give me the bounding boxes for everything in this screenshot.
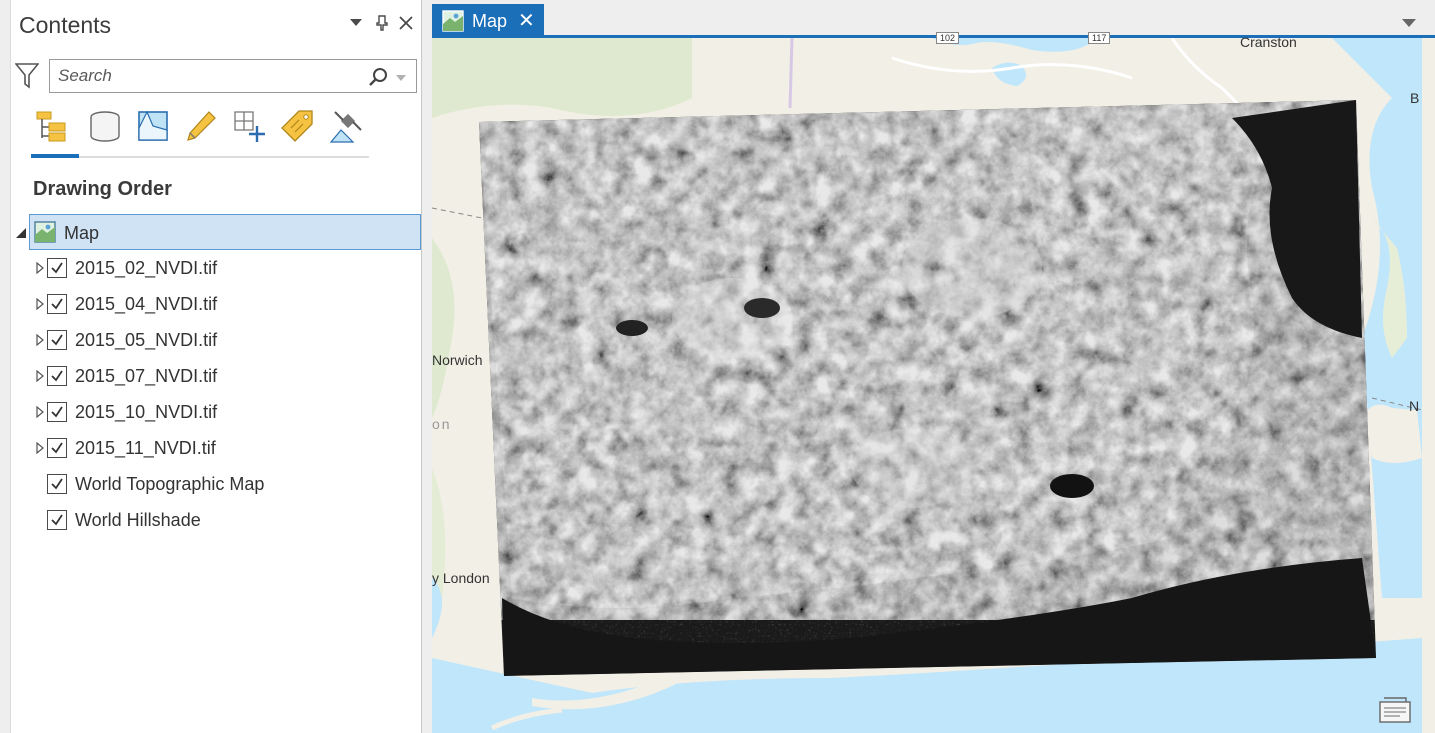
drawing-order-heading: Drawing Order [33,178,172,200]
ndvi-raster-layer [479,100,1376,676]
place-label-partial-ne: B [1410,90,1420,106]
place-label-cranston: Cranston [1240,34,1297,50]
route-shield: 102 [936,32,960,44]
basemap-gallery-icon[interactable] [1378,696,1412,724]
map-view: Map ✕ Cranston Norwich y London on N B 1… [432,0,1435,733]
search-dropdown-chevron-icon[interactable] [396,74,406,82]
layer-item[interactable]: 2015_07_NVDI.tif [11,358,423,394]
list-by-snapping-button[interactable] [229,106,269,146]
route-shield: 117 [1088,32,1111,44]
search-icon[interactable] [368,67,388,87]
layer-item[interactable]: 2015_10_NVDI.tif [11,394,423,430]
contents-header: Contents [11,4,423,44]
snapping-icon [234,111,265,142]
expand-arrow-icon[interactable] [35,370,45,382]
collapse-arrow-icon[interactable] [16,227,26,239]
expand-arrow-icon[interactable] [35,334,45,346]
list-by-labeling-button[interactable] [277,106,317,146]
list-by-perspective-imagery-button[interactable] [325,106,365,146]
view-tab-strip: Map ✕ [432,0,1435,38]
checkmark-icon [51,478,63,490]
expand-arrow-icon[interactable] [35,406,45,418]
layer-label: 2015_07_NVDI.tif [75,366,218,386]
boundary-line [788,38,794,109]
tree-item-map[interactable]: Map [16,214,421,250]
layer-item[interactable]: 2015_04_NVDI.tif [11,286,423,322]
layer-visibility-checkbox[interactable] [47,510,67,530]
contents-title: Contents [19,12,112,38]
label-tag-icon [281,110,313,142]
map-icon [442,10,464,32]
expand-arrow-icon[interactable] [35,262,45,274]
layer-item[interactable]: 2015_02_NVDI.tif [11,250,423,286]
close-tab-icon[interactable]: ✕ [518,8,535,33]
place-label-partial-east: N [1409,398,1420,414]
layer-item[interactable]: 2015_05_NVDI.tif [11,322,423,358]
tab-map-label: Map [472,11,508,31]
tree-item-label: Map [64,223,100,243]
tab-map[interactable]: Map ✕ [432,4,544,38]
layer-visibility-checkbox[interactable] [47,438,67,458]
forest-area [432,38,692,118]
checkmark-icon [51,298,63,310]
layer-label: 2015_10_NVDI.tif [75,402,218,422]
layer-label: 2015_11_NVDI.tif [75,438,216,458]
contents-pane: Contents Search Drawing Order Map 2015_0… [10,0,422,733]
checkmark-icon [51,370,63,382]
filter-icon[interactable] [14,62,40,90]
layer-visibility-checkbox[interactable] [47,366,67,386]
expand-arrow-icon[interactable] [35,442,45,454]
list-by-data-source-button[interactable] [85,106,125,146]
layer-visibility-checkbox[interactable] [47,258,67,278]
auto-hide-pin-icon[interactable] [373,14,391,32]
checkmark-icon [51,406,63,418]
layer-label: 2015_04_NVDI.tif [75,294,218,314]
contents-view-toolbar [31,104,369,158]
checkmark-icon [51,442,63,454]
list-by-drawing-order-button[interactable] [31,106,79,158]
pencil-icon [187,111,216,141]
map-canvas[interactable]: Cranston Norwich y London on N B 102 117 [432,32,1422,733]
checkmark-icon [51,262,63,274]
expand-arrow-icon[interactable] [35,298,45,310]
layer-visibility-checkbox[interactable] [47,330,67,350]
map-display[interactable] [432,38,1422,733]
layer-item[interactable]: World Topographic Map [11,466,423,502]
selection-icon [138,110,168,141]
drawing-order-icon [36,111,66,142]
layer-visibility-checkbox[interactable] [47,474,67,494]
place-label-new-london: y London [432,570,490,586]
list-by-selection-button[interactable] [133,106,173,146]
map-icon [34,221,56,243]
layer-label: 2015_05_NVDI.tif [75,330,218,350]
database-icon [90,111,120,142]
place-label-partial: on [432,416,452,432]
satellite-icon [329,111,362,143]
search-box [49,59,417,93]
checkmark-icon [51,514,63,526]
layer-label: World Topographic Map [75,474,265,494]
pane-options-chevron-icon[interactable] [347,14,365,32]
place-label-norwich: Norwich [432,352,483,368]
layer-item[interactable]: 2015_11_NVDI.tif [11,430,423,466]
close-pane-icon[interactable] [397,14,415,32]
search-input[interactable] [50,60,360,92]
list-by-editing-button[interactable] [181,106,221,146]
layer-item[interactable]: World Hillshade [11,502,423,538]
layer-visibility-checkbox[interactable] [47,402,67,422]
layer-label: 2015_02_NVDI.tif [75,258,218,278]
layer-label: World Hillshade [75,510,201,530]
checkmark-icon [51,334,63,346]
tab-overflow-chevron-icon[interactable] [1402,14,1420,27]
layer-visibility-checkbox[interactable] [47,294,67,314]
